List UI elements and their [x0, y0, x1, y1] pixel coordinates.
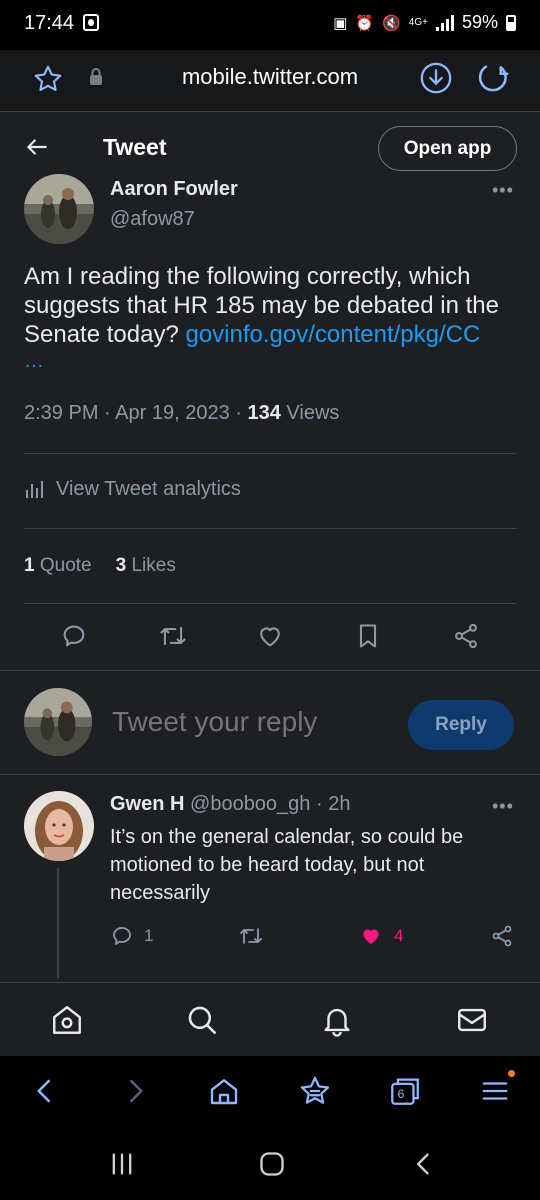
reply-icon [113, 927, 131, 945]
reply-more-options-icon[interactable]: ••• [492, 796, 514, 817]
more-options-icon[interactable]: ••• [492, 180, 514, 201]
reply-retweet-button[interactable] [238, 924, 264, 948]
share-icon [492, 925, 512, 947]
browser-forward-icon[interactable] [120, 1074, 150, 1113]
browser-url-bar: mobile.twitter.com [0, 50, 540, 112]
notification-icon [83, 14, 99, 31]
open-app-button[interactable]: Open app [378, 126, 517, 171]
tweet-link[interactable]: govinfo.gov/content/pkg/CC [185, 321, 480, 348]
tweet-stats: 1 Quote 3 Likes [24, 555, 176, 577]
system-back-icon[interactable] [410, 1150, 438, 1183]
browser-back-icon[interactable] [30, 1074, 60, 1113]
divider [0, 670, 540, 671]
mute-icon: 🔇 [382, 14, 401, 32]
reload-icon[interactable] [476, 61, 510, 100]
page-title: Tweet [103, 134, 167, 160]
signal-icon [435, 14, 454, 31]
tweet-time[interactable]: 2:39 PM [24, 402, 98, 424]
search-icon[interactable] [185, 1003, 219, 1042]
divider [24, 453, 516, 454]
browser-bookmarks-icon[interactable] [298, 1074, 332, 1113]
network-type: 4G+ [408, 17, 428, 28]
nfc-icon: ▣ [333, 14, 348, 32]
liked-heart-icon [363, 929, 379, 944]
url-text[interactable]: mobile.twitter.com [0, 64, 540, 90]
download-icon[interactable] [419, 61, 453, 100]
browser-home-icon[interactable] [208, 1074, 240, 1113]
views-count: 134 [247, 402, 281, 424]
quotes-stat[interactable]: 1 Quote [24, 555, 92, 576]
battery-icon [506, 14, 516, 31]
divider [24, 603, 516, 604]
back-arrow-icon[interactable] [24, 134, 50, 165]
retweet-icon [240, 928, 262, 944]
author-avatar[interactable] [24, 174, 94, 244]
tweet-page: Tweet Open app Aaron Fowler @afow87 ••• … [0, 112, 540, 1056]
like-icon[interactable] [256, 622, 284, 655]
analytics-icon [26, 480, 43, 498]
reply-like-count: 4 [394, 926, 404, 945]
author-name[interactable]: Aaron Fowler [110, 178, 238, 201]
my-avatar [24, 688, 92, 756]
reply-share-button[interactable] [490, 924, 514, 948]
browser-tabs-icon[interactable]: 6 [388, 1074, 422, 1108]
alarm-icon: ⏰ [355, 14, 375, 32]
reply-text: It’s on the general calendar, so could b… [110, 826, 464, 904]
author-handle[interactable]: @afow87 [110, 208, 195, 231]
reply-author-handle[interactable]: @booboo_gh [190, 793, 310, 815]
share-icon[interactable] [452, 622, 480, 655]
reply-author-name[interactable]: Gwen H [110, 793, 184, 815]
views-label: Views [286, 402, 340, 424]
reply-author-avatar[interactable] [24, 791, 94, 861]
divider [24, 528, 516, 529]
view-analytics-link[interactable]: View Tweet analytics [24, 478, 241, 501]
system-home-icon[interactable] [258, 1150, 286, 1183]
tweet-text: Am I reading the following correctly, wh… [24, 262, 519, 349]
reply-button[interactable]: Reply [408, 700, 514, 750]
reply-input[interactable] [112, 706, 372, 738]
tweet-link-ellipsis[interactable]: … [24, 350, 44, 373]
divider [0, 774, 540, 775]
tweet-date[interactable]: Apr 19, 2023 [115, 402, 230, 424]
status-indicators: ▣ ⏰ 🔇 4G+ 59% [333, 12, 516, 33]
tweet-meta: 2:39 PM · Apr 19, 2023 · 134 Views [24, 402, 340, 424]
reply-reply-count: 1 [144, 926, 154, 945]
tweet-header: Tweet Open app [0, 112, 540, 184]
status-bar: 17:44 ▣ ⏰ 🔇 4G+ 59% [0, 0, 540, 50]
recent-apps-icon[interactable] [108, 1150, 136, 1183]
tweet-actions [0, 616, 540, 660]
battery-percent: 59% [461, 12, 498, 32]
reply-header: Gwen H @booboo_gh · 2h [110, 793, 351, 815]
bookmark-icon[interactable] [354, 622, 382, 655]
reply-reply-button[interactable]: 1 [110, 924, 153, 948]
messages-icon[interactable] [455, 1003, 489, 1042]
browser-bottom-bar: 6 [0, 1056, 540, 1128]
browser-menu-icon[interactable] [480, 1074, 510, 1113]
status-time: 17:44 [24, 12, 75, 34]
notifications-icon[interactable] [320, 1003, 354, 1042]
likes-stat[interactable]: 3 Likes [116, 555, 176, 576]
reply-time[interactable]: 2h [328, 793, 350, 815]
analytics-label: View Tweet analytics [56, 478, 241, 500]
thread-line [57, 868, 59, 978]
system-navigation-bar [0, 1128, 540, 1200]
tab-count: 6 [397, 1087, 405, 1101]
reply-icon[interactable] [60, 622, 88, 655]
reply-like-button[interactable]: 4 [358, 924, 403, 948]
home-icon[interactable] [50, 1003, 84, 1042]
reply-actions: 1 4 [0, 924, 540, 954]
menu-notification-dot [508, 1070, 515, 1077]
twitter-bottom-nav [0, 982, 540, 1056]
retweet-icon[interactable] [158, 622, 188, 655]
